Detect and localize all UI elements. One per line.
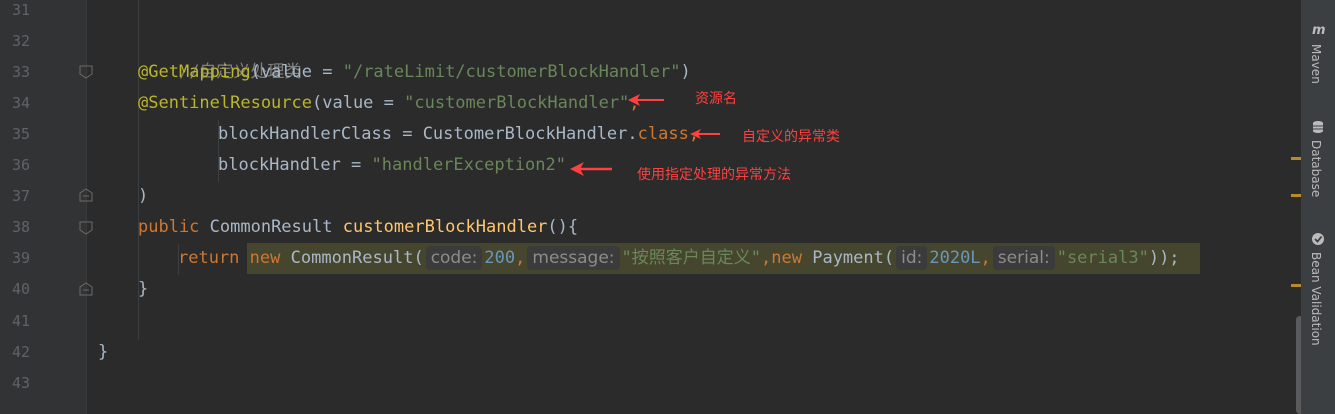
line-number: 42 — [11, 343, 30, 361]
string-literal: "/rateLimit/customerBlockHandler" — [342, 62, 681, 82]
code-text: )); — [1148, 248, 1180, 268]
line-number: 39 — [11, 249, 30, 267]
line-number: 41 — [11, 312, 30, 330]
bean-validation-tab-label: Bean Validation — [1309, 252, 1323, 346]
code-editor[interactable]: //自定义处理类 @GetMapping(value = "/rateLimit… — [87, 0, 1301, 414]
code-line-34: @SentinelResource(value = "customerBlock… — [138, 88, 640, 119]
code-text: (){ — [547, 217, 579, 237]
annotation-custom-exception-class: 自定义的异常类 — [742, 129, 840, 145]
code-line-40: } — [138, 274, 148, 305]
code-text: CommonResult — [199, 217, 343, 237]
annotation-token: @SentinelResource — [138, 93, 312, 113]
number-literal: 2020L — [929, 248, 981, 268]
svg-text:m: m — [1312, 23, 1325, 36]
arrow-left-icon — [628, 94, 664, 106]
line-number: 36 — [11, 156, 30, 174]
code-line-37: ) — [138, 181, 148, 212]
line-number: 31 — [11, 1, 30, 19]
maven-tab-label: Maven — [1309, 44, 1323, 84]
line-number: 37 — [11, 187, 30, 205]
code-text: , — [980, 248, 991, 268]
code-line-38: public CommonResult customerBlockHandler… — [138, 212, 578, 243]
maven-m-icon: m — [1312, 23, 1325, 36]
maven-tab[interactable]: m Maven — [1301, 22, 1335, 92]
code-text: } — [98, 342, 109, 362]
string-literal: "handlerException2" — [371, 155, 566, 175]
database-icon — [1313, 121, 1323, 133]
keyword-token: new — [771, 248, 802, 268]
code-line-32: //自定义处理类 — [138, 26, 301, 82]
line-number: 35 — [11, 125, 30, 143]
parameter-hint: code: — [425, 246, 483, 270]
keyword-token: return — [178, 248, 240, 268]
bean-validation-icon — [1312, 233, 1324, 245]
parameter-hint: message: — [527, 246, 620, 270]
keyword-token: new — [249, 248, 281, 268]
line-number: 33 — [11, 63, 30, 81]
annotation-resource-name: 资源名 — [695, 91, 737, 107]
code-line-39: return new CommonResult(code: 200, message… — [178, 243, 1180, 274]
code-text: ) — [138, 186, 149, 206]
parameter-hint: id: — [896, 246, 928, 270]
line-number: 34 — [11, 94, 30, 112]
code-text: Payment( — [801, 248, 895, 268]
database-tab[interactable]: Database — [1301, 120, 1335, 200]
string-literal: "customerBlockHandler" — [404, 93, 630, 113]
arrow-left-icon — [690, 129, 720, 139]
code-text: ) — [680, 62, 691, 82]
code-text: } — [138, 279, 149, 299]
line-number: 43 — [11, 374, 30, 392]
line-number: 32 — [11, 32, 30, 50]
code-text: (value = — [250, 62, 343, 82]
code-text: , — [761, 248, 772, 268]
keyword-token: public — [138, 217, 200, 237]
code-line-42: } — [98, 337, 108, 368]
method-name: customerBlockHandler — [342, 217, 548, 237]
code-text: CommonResult( — [280, 248, 424, 268]
code-text: , — [515, 248, 526, 268]
line-number: 38 — [11, 218, 30, 236]
line-number: 40 — [11, 280, 30, 298]
bean-validation-tab[interactable]: Bean Validation — [1301, 232, 1335, 352]
code-text: (value = — [312, 93, 405, 113]
database-tab-label: Database — [1309, 140, 1323, 198]
number-literal: 200 — [484, 248, 516, 268]
code-line-35: blockHandlerClass = CustomerBlockHandler… — [218, 119, 699, 150]
code-text: blockHandlerClass = CustomerBlockHandler… — [218, 124, 638, 144]
keyword-token: class — [637, 124, 689, 144]
annotation-token: @GetMapping — [138, 62, 251, 82]
string-literal: "serial3" — [1056, 248, 1149, 268]
parameter-hint: serial: — [992, 246, 1055, 270]
string-literal: "按照客户自定义" — [621, 248, 762, 268]
arrow-left-icon — [570, 162, 612, 176]
code-line-33: @GetMapping(value = "/rateLimit/customer… — [138, 57, 691, 88]
annotation-use-handler: 使用指定处理的异常方法 — [637, 167, 791, 183]
code-line-36: blockHandler = "handlerException2" — [218, 150, 566, 181]
code-text: blockHandler = — [218, 155, 372, 175]
